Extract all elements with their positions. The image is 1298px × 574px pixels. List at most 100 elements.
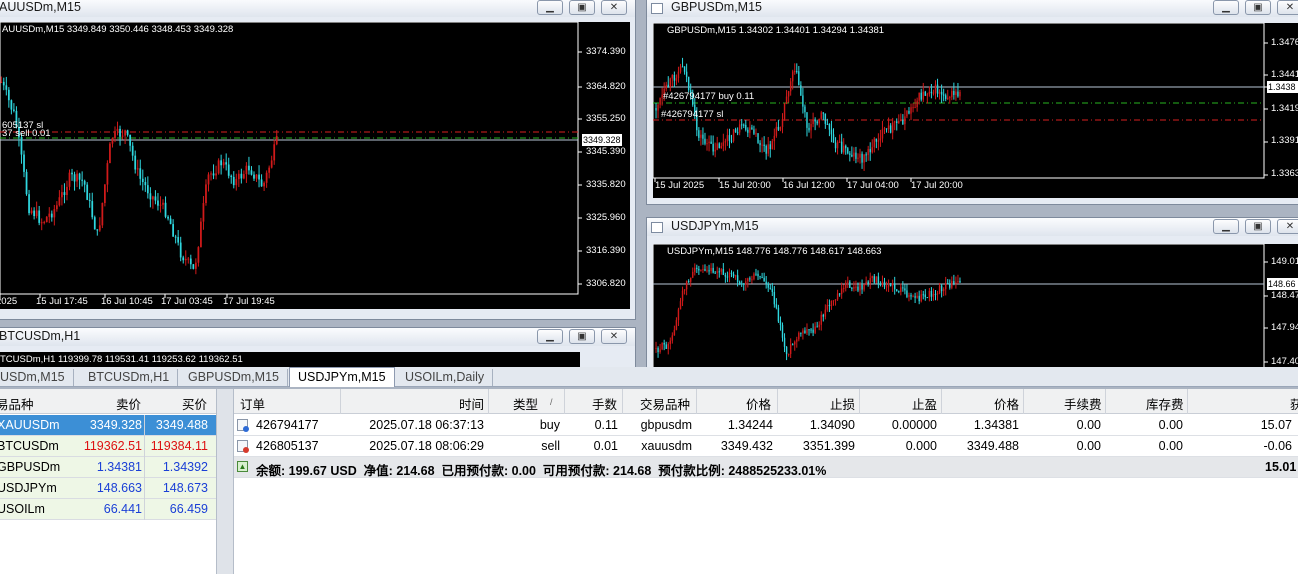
header-time[interactable]: 时间 bbox=[459, 394, 484, 413]
candle-body bbox=[30, 210, 33, 214]
candle-body bbox=[68, 172, 71, 187]
tab-usdjpy[interactable]: USDJPYm,M15 bbox=[289, 367, 395, 387]
tab-xauusd[interactable]: USDm,M15 bbox=[0, 369, 74, 386]
maximize-button[interactable]: ▣ bbox=[1245, 0, 1271, 15]
window-icon bbox=[651, 3, 663, 14]
market-watch-row[interactable]: GBPUSDm 1.34381 1.34392 bbox=[0, 457, 216, 478]
time-axis-label: 17 Jul 04:00 bbox=[847, 180, 899, 191]
candle-body bbox=[10, 100, 13, 110]
panel-separator[interactable] bbox=[216, 389, 234, 574]
header-sl[interactable]: 止损 bbox=[830, 394, 855, 413]
price-axis-label: 3364.820 bbox=[586, 81, 626, 92]
price-chart[interactable]: AUUSDm,M15 3349.849 3350.446 3348.453 33… bbox=[0, 22, 630, 309]
header-current-price[interactable]: 价格 bbox=[994, 394, 1019, 413]
minimize-button[interactable]: ▁ bbox=[1213, 0, 1239, 15]
trade-row[interactable]: 426805137 2025.07.18 08:06:29 sell 0.01 xauu… bbox=[234, 436, 1298, 457]
sort-arrow-icon[interactable]: / bbox=[550, 397, 553, 407]
chart-window-usdjpy[interactable]: USDJPYm,M15 ▁ ▣ ✕ USDJPYm,M15 148.776 14… bbox=[646, 217, 1298, 369]
column-divider bbox=[144, 436, 145, 457]
candle-body bbox=[822, 314, 825, 317]
candle-body bbox=[832, 300, 835, 302]
candle-body bbox=[738, 124, 741, 133]
market-watch-row[interactable]: USOILm 66.441 66.459 bbox=[0, 499, 216, 520]
chart-window-btcusd[interactable]: BTCUSDm,H1 ▁ ▣ ✕ TCUSDm,H1 119399.78 119… bbox=[0, 327, 636, 372]
header-swap[interactable]: 库存费 bbox=[1146, 394, 1184, 413]
minimize-button[interactable]: ▁ bbox=[537, 0, 563, 15]
header-profit[interactable]: 获 bbox=[1290, 394, 1298, 413]
candle-body bbox=[761, 144, 763, 146]
column-divider bbox=[696, 389, 697, 414]
market-watch-row[interactable]: BTCUSDm 119362.51 119384.11 bbox=[0, 436, 216, 457]
header-volume[interactable]: 手数 bbox=[592, 394, 617, 413]
price-axis-label: 3316.390 bbox=[586, 245, 626, 256]
price-chart[interactable]: GBPUSDm,M15 1.34302 1.34401 1.34294 1.34… bbox=[653, 23, 1298, 198]
bid-price: 119362.51 bbox=[83, 439, 142, 453]
candle-body bbox=[225, 162, 228, 165]
header-ask[interactable]: 买价 bbox=[182, 394, 207, 413]
candle-body bbox=[671, 74, 674, 79]
minimize-button[interactable]: ▁ bbox=[537, 329, 563, 344]
header-tp[interactable]: 止盈 bbox=[912, 394, 937, 413]
candle-body bbox=[959, 280, 961, 283]
candle-body bbox=[849, 153, 851, 155]
chart-window-gbpusd[interactable]: GBPUSDm,M15 ▁ ▣ ✕ GBPUSDm,M15 1.34302 1.… bbox=[646, 0, 1298, 205]
close-button[interactable]: ✕ bbox=[601, 0, 627, 15]
maximize-button[interactable]: ▣ bbox=[1245, 219, 1271, 234]
header-commission[interactable]: 手续费 bbox=[1064, 394, 1102, 413]
candle-body bbox=[716, 143, 718, 150]
candle-body bbox=[712, 143, 714, 152]
tab-usoil[interactable]: USOILm,Daily bbox=[397, 369, 494, 386]
candle-body bbox=[745, 124, 747, 130]
candle-body bbox=[103, 184, 106, 203]
maximize-button[interactable]: ▣ bbox=[569, 0, 595, 15]
candle-body bbox=[812, 329, 814, 333]
candle-body bbox=[806, 329, 808, 334]
close-button[interactable]: ✕ bbox=[1277, 0, 1298, 15]
chart-window-xauusd[interactable]: AUUSDm,M15 ▁ ▣ ✕ AUUSDm,M15 3349.849 335… bbox=[0, 0, 636, 320]
candle-body bbox=[808, 127, 810, 131]
header-symbol[interactable]: 交易品种 bbox=[640, 394, 690, 413]
candle-body bbox=[720, 146, 723, 148]
candle-body bbox=[232, 176, 235, 186]
price-axis-label: 3306.820 bbox=[586, 278, 626, 289]
window-title: USDJPYm,M15 bbox=[671, 219, 759, 233]
candle-body bbox=[830, 300, 833, 307]
candle-body bbox=[789, 344, 792, 354]
header-type[interactable]: 类型 bbox=[513, 394, 538, 413]
market-watch-row[interactable]: USDJPYm 148.663 148.673 bbox=[0, 478, 216, 499]
candle-body bbox=[936, 84, 939, 94]
candle-body bbox=[944, 282, 947, 290]
tab-gbpusd[interactable]: GBPUSDm,M15 bbox=[180, 369, 288, 386]
price-chart[interactable]: USDJPYm,M15 148.776 148.776 148.617 148.… bbox=[653, 244, 1298, 368]
candle-body bbox=[849, 281, 851, 288]
candle-body bbox=[922, 91, 924, 100]
candle-body bbox=[237, 173, 240, 180]
header-symbol[interactable]: 易品种 bbox=[0, 394, 34, 413]
current-price-box: 148.66 bbox=[1267, 278, 1298, 290]
candle-body bbox=[248, 165, 250, 171]
candle-body bbox=[109, 143, 111, 164]
column-divider bbox=[144, 457, 145, 478]
trade-row[interactable]: 426794177 2025.07.18 06:37:13 buy 0.11 gbpus… bbox=[234, 415, 1298, 436]
trade-commission: 0.00 bbox=[1076, 439, 1101, 453]
header-order[interactable]: 订单 bbox=[240, 394, 265, 413]
balance-icon: ▲ bbox=[237, 461, 248, 472]
column-divider bbox=[1187, 389, 1188, 414]
minimize-button[interactable]: ▁ bbox=[1213, 219, 1239, 234]
candle-body bbox=[227, 164, 230, 176]
header-price[interactable]: 价格 bbox=[746, 394, 771, 413]
candle-body bbox=[726, 135, 729, 142]
candle-body bbox=[906, 290, 908, 297]
candle-body bbox=[957, 280, 959, 283]
candle-body bbox=[814, 119, 816, 122]
maximize-button[interactable]: ▣ bbox=[569, 329, 595, 344]
market-watch-row[interactable]: XAUUSDm 3349.328 3349.488 bbox=[0, 415, 216, 436]
close-button[interactable]: ✕ bbox=[601, 329, 627, 344]
candle-body bbox=[129, 134, 132, 146]
close-button[interactable]: ✕ bbox=[1277, 219, 1298, 234]
header-bid[interactable]: 卖价 bbox=[116, 394, 141, 413]
tab-btcusd[interactable]: BTCUSDm,H1 bbox=[80, 369, 179, 386]
candle-body bbox=[769, 287, 771, 289]
candle-body bbox=[847, 281, 849, 283]
candle-body bbox=[720, 269, 723, 272]
